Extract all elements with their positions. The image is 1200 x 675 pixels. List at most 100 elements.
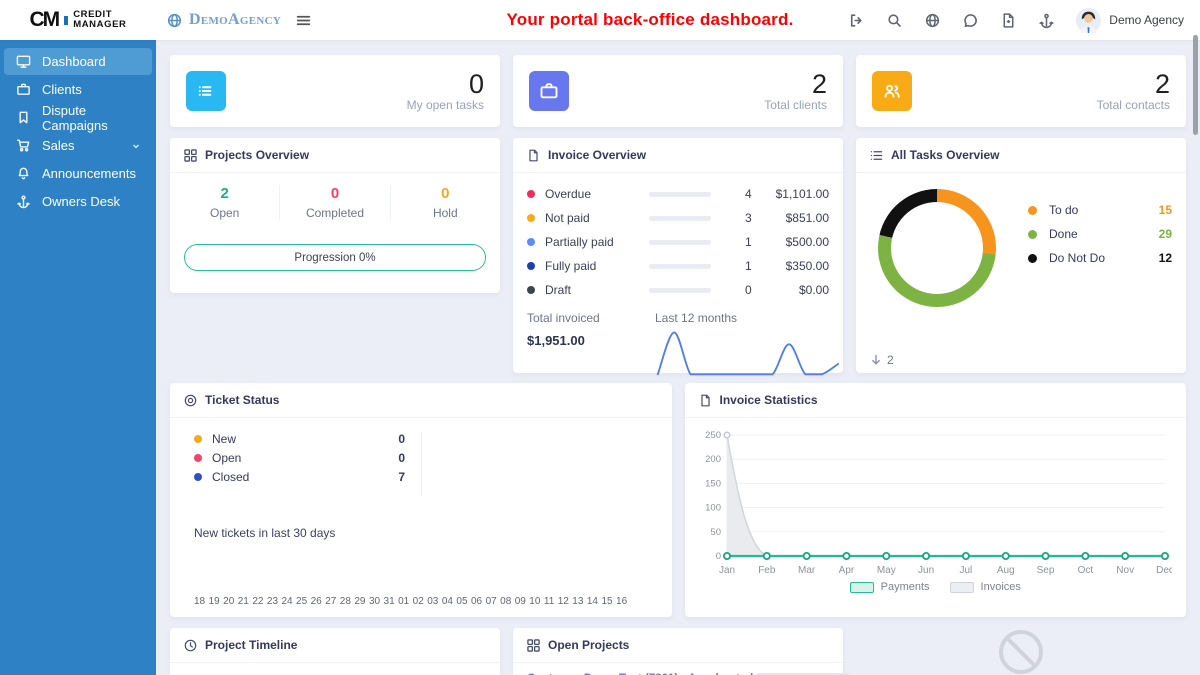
invoice-bar bbox=[649, 240, 711, 245]
svg-text:0: 0 bbox=[715, 551, 720, 562]
vertical-scrollbar-thumb[interactable] bbox=[1193, 35, 1198, 135]
legend-dot bbox=[1028, 230, 1037, 239]
date-tick: 22 bbox=[252, 596, 263, 607]
invoice-count: 3 bbox=[711, 211, 767, 225]
legend-item-payments: Payments bbox=[850, 581, 930, 593]
cart-icon bbox=[16, 138, 31, 153]
projects-open-value: 2 bbox=[170, 185, 279, 202]
svg-text:Jul: Jul bbox=[959, 565, 972, 576]
user-menu[interactable]: Demo Agency bbox=[1076, 8, 1184, 33]
projects-overview-card: Projects Overview 2 Open 0 Completed 0 H… bbox=[170, 138, 500, 293]
date-tick: 14 bbox=[587, 596, 598, 607]
date-tick: 12 bbox=[558, 596, 569, 607]
date-tick: 21 bbox=[238, 596, 249, 607]
svg-text:Mar: Mar bbox=[798, 565, 816, 576]
sidebar-item-owners-desk[interactable]: Owners Desk bbox=[4, 188, 152, 215]
date-tick: 15 bbox=[601, 596, 612, 607]
date-tick: 09 bbox=[515, 596, 526, 607]
date-tick: 02 bbox=[413, 596, 424, 607]
projects-completed-value: 0 bbox=[280, 185, 389, 202]
card-title: Invoice Statistics bbox=[720, 393, 818, 407]
charts-row: Ticket Status New 0 Open 0 bbox=[170, 383, 1186, 617]
list-icon bbox=[870, 149, 883, 162]
grid-icon bbox=[527, 639, 540, 652]
invoice-count: 1 bbox=[711, 235, 767, 249]
tickets-date-axis: 1819202122232425262728293031010203040506… bbox=[194, 596, 628, 607]
overview-row: Projects Overview 2 Open 0 Completed 0 H… bbox=[170, 138, 1186, 373]
legend-dot bbox=[1028, 254, 1037, 263]
projects-completed-label: Completed bbox=[280, 206, 389, 220]
date-tick: 13 bbox=[572, 596, 583, 607]
ticket-row-closed: Closed 7 bbox=[184, 470, 405, 484]
svg-text:Jun: Jun bbox=[918, 565, 934, 576]
chat-icon[interactable] bbox=[962, 12, 979, 29]
user-avatar bbox=[1076, 8, 1101, 33]
status-dot bbox=[527, 286, 535, 294]
sidebar: Dashboard Clients Dispute Campaigns Sale… bbox=[0, 40, 156, 675]
invoice-bar bbox=[649, 288, 711, 293]
ticket-legend: New 0 Open 0 Closed 7 bbox=[184, 432, 422, 496]
svg-text:Oct: Oct bbox=[1077, 565, 1093, 576]
user-name: Demo Agency bbox=[1109, 13, 1184, 27]
svg-text:Nov: Nov bbox=[1116, 565, 1134, 576]
sidebar-item-label: Owners Desk bbox=[42, 194, 120, 209]
date-tick: 16 bbox=[616, 596, 627, 607]
invoice-amount: $0.00 bbox=[767, 283, 829, 297]
stat-card-total-clients: 2 Total clients bbox=[513, 55, 843, 127]
svg-text:May: May bbox=[876, 565, 895, 576]
legend-swatch bbox=[850, 582, 874, 593]
invoice-bar bbox=[649, 264, 711, 269]
svg-text:Apr: Apr bbox=[838, 565, 854, 576]
sidebar-item-dispute-campaigns[interactable]: Dispute Campaigns bbox=[4, 104, 152, 131]
date-tick: 20 bbox=[223, 596, 234, 607]
invoice-count: 1 bbox=[711, 259, 767, 273]
projects-open-stat: 2 Open bbox=[170, 185, 279, 220]
date-tick: 29 bbox=[354, 596, 365, 607]
sidebar-item-dashboard[interactable]: Dashboard bbox=[4, 48, 152, 75]
svg-text:Jan: Jan bbox=[718, 565, 734, 576]
svg-text:150: 150 bbox=[705, 478, 721, 489]
app-logo-mark: CM bbox=[30, 10, 59, 30]
tasks-donut-chart bbox=[878, 189, 996, 307]
search-icon[interactable] bbox=[886, 12, 903, 29]
sidebar-item-announcements[interactable]: Announcements bbox=[4, 160, 152, 187]
sidebar-item-label: Sales bbox=[42, 138, 75, 153]
date-tick: 24 bbox=[281, 596, 292, 607]
legend-swatch bbox=[950, 582, 974, 593]
legend-item-todo: To do 15 bbox=[1028, 203, 1172, 217]
date-tick: 05 bbox=[456, 596, 467, 607]
status-dot bbox=[527, 190, 535, 198]
status-dot bbox=[527, 238, 535, 246]
projects-open-label: Open bbox=[170, 206, 279, 220]
status-dot bbox=[527, 262, 535, 270]
date-tick: 08 bbox=[500, 596, 511, 607]
menu-toggle-icon[interactable] bbox=[295, 12, 312, 29]
new-document-icon[interactable] bbox=[1000, 12, 1017, 29]
sidebar-item-sales[interactable]: Sales bbox=[4, 132, 152, 159]
projects-hold-label: Hold bbox=[391, 206, 500, 220]
date-tick: 18 bbox=[194, 596, 205, 607]
date-tick: 27 bbox=[325, 596, 336, 607]
agency-logo[interactable]: DemoAgency bbox=[166, 11, 281, 29]
ticket-status-card: Ticket Status New 0 Open 0 bbox=[170, 383, 672, 617]
svg-text:200: 200 bbox=[705, 454, 721, 465]
globe-icon[interactable] bbox=[924, 12, 941, 29]
tasks-footer-count: 2 bbox=[887, 353, 894, 367]
users-icon bbox=[872, 71, 912, 111]
invoice-row-draft: Draft 0 $0.00 bbox=[527, 283, 829, 297]
stat-label: Total contacts bbox=[1097, 98, 1170, 112]
invoice-row-partially-paid: Partially paid 1 $500.00 bbox=[527, 235, 829, 249]
sidebar-item-clients[interactable]: Clients bbox=[4, 76, 152, 103]
status-dot bbox=[194, 473, 202, 481]
anchor-icon[interactable] bbox=[1038, 12, 1055, 29]
projects-completed-stat: 0 Completed bbox=[279, 185, 389, 220]
tasks-footer: 2 bbox=[870, 353, 894, 367]
ticket-row-new: New 0 bbox=[184, 432, 405, 446]
stat-card-total-contacts: 2 Total contacts bbox=[856, 55, 1186, 127]
invoice-row-overdue: Overdue 4 $1,101.00 bbox=[527, 187, 829, 201]
ticket-row-open: Open 0 bbox=[184, 451, 405, 465]
briefcase-icon bbox=[529, 71, 569, 111]
progression-indicator: Progression 0% bbox=[184, 244, 486, 271]
date-tick: 28 bbox=[340, 596, 351, 607]
agency-name: DemoAgency bbox=[189, 11, 281, 29]
